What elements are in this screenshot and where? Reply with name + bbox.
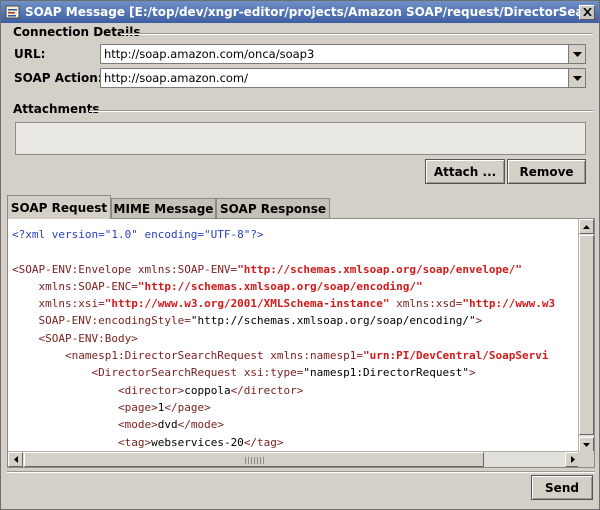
code-token: xmlns:xsd= — [396, 297, 463, 311]
xml-app-icon — [5, 4, 21, 20]
soap-message-window: SOAP Message [E:/top/dev/xngr-editor/pro… — [0, 0, 600, 510]
scroll-up-button[interactable] — [579, 219, 594, 234]
code-line: <SOAP-ENV:Body> — [12, 330, 555, 347]
code-line: <mode>dvd</mode> — [12, 416, 555, 433]
code-token: <?xml version="1.0" encoding="UTF-8"?> — [12, 228, 264, 241]
attachments-heading: Attachments — [13, 102, 100, 116]
arrow-up-icon — [583, 224, 590, 229]
arrow-right-icon — [570, 456, 575, 463]
code-line: <namesp1:DirectorSearchRequest xmlns:nam… — [12, 347, 555, 364]
code-token: webservices-20 — [151, 435, 244, 449]
url-combobox[interactable]: http://soap.amazon.com/onca/soap3 — [100, 44, 586, 64]
code-token: <DirectorSearchRequest — [91, 366, 244, 380]
horizontal-scroll-thumb[interactable] — [24, 452, 484, 467]
code-token: <SOAP-ENV:Body> — [38, 331, 138, 345]
vertical-scrollbar[interactable] — [578, 219, 594, 452]
code-token: </director> — [230, 383, 304, 397]
code-token: "urn:PI/DevCentral/SoapServi — [363, 349, 549, 363]
tab-soap-response[interactable]: SOAP Response — [216, 198, 330, 218]
xml-editor[interactable]: <?xml version="1.0" encoding="UTF-8"?> <… — [7, 218, 595, 468]
tab-soap-request[interactable]: SOAP Request — [7, 195, 111, 219]
code-token: coppola — [184, 383, 231, 397]
code-token: "http://schemas.xmlsoap.org/soap/encodin… — [137, 279, 423, 293]
code-token: xmlns:SOAP-ENV= — [137, 262, 238, 276]
code-token: <director> — [117, 383, 185, 397]
code-token: dvd — [157, 418, 178, 432]
code-token: <tag> — [117, 435, 152, 449]
soap-action-dropdown-button[interactable] — [568, 69, 585, 87]
code-token: </page> — [164, 400, 211, 414]
connection-divider — [121, 33, 593, 35]
code-token: xsi:type= — [243, 366, 304, 380]
code-token: <SOAP-ENV:Envelope — [12, 262, 138, 276]
code-token: > — [475, 314, 483, 328]
code-line: <page>1</page> — [12, 399, 555, 416]
chevron-down-icon — [572, 75, 582, 81]
close-icon — [582, 8, 592, 16]
soap-action-label: SOAP Action: — [14, 71, 103, 85]
code-token: xmlns:namesp1= — [270, 349, 364, 363]
remove-button[interactable]: Remove — [507, 159, 586, 184]
code-token: xmlns:xsi= — [38, 297, 105, 311]
code-line: xmlns:xsi="http://www.w3.org/2001/XMLSch… — [12, 295, 556, 312]
scroll-down-button[interactable] — [579, 437, 594, 452]
scroll-grip — [245, 457, 265, 464]
url-value[interactable]: http://soap.amazon.com/onca/soap3 — [101, 47, 568, 61]
code-token: "http://schemas.xmlsoap.org/soap/envelop… — [237, 262, 522, 276]
code-token: <page> — [117, 400, 158, 414]
send-button[interactable]: Send — [531, 475, 593, 500]
code-line: <tag>webservices-20</tag> — [12, 434, 555, 451]
window-title: SOAP Message [E:/top/dev/xngr-editor/pro… — [25, 5, 579, 19]
code-token: xmlns:SOAP-ENC= — [38, 279, 138, 293]
close-button[interactable] — [579, 4, 595, 20]
code-token: <mode> — [117, 418, 158, 432]
url-label: URL: — [14, 47, 46, 61]
code-token: "http://schemas.xmlsoap.org/soap/encodin… — [190, 314, 476, 328]
attachments-list[interactable] — [15, 122, 586, 155]
url-dropdown-button[interactable] — [568, 45, 585, 63]
arrow-down-icon — [583, 442, 590, 447]
chevron-down-icon — [572, 51, 582, 57]
soap-action-combobox[interactable]: http://soap.amazon.com/ — [100, 68, 586, 88]
code-token: "namesp1:DirectorRequest" — [303, 366, 469, 380]
soap-action-value[interactable]: http://soap.amazon.com/ — [101, 71, 568, 85]
code-line: <SOAP-ENV:Envelope xmlns:SOAP-ENV="http:… — [12, 261, 555, 278]
horizontal-scrollbar[interactable] — [8, 451, 580, 467]
scroll-corner — [578, 451, 594, 467]
code-token: </mode> — [177, 418, 224, 432]
code-line: xmlns:SOAP-ENC="http://schemas.xmlsoap.o… — [12, 278, 555, 295]
scroll-left-button[interactable] — [8, 452, 23, 467]
code-token: <namesp1:DirectorSearchRequest — [64, 349, 271, 363]
footer-divider — [7, 471, 595, 473]
code-line: <DirectorSearchRequest xsi:type="namesp1… — [12, 364, 555, 381]
vertical-scroll-thumb[interactable] — [579, 235, 594, 435]
title-bar[interactable]: SOAP Message [E:/top/dev/xngr-editor/pro… — [1, 1, 599, 23]
attachments-divider — [89, 110, 593, 112]
tab-mime-message[interactable]: MIME Message — [111, 198, 216, 218]
code-line: <?xml version="1.0" encoding="UTF-8"?> — [12, 226, 555, 243]
code-line: <director>coppola</director> — [12, 382, 555, 399]
xml-code[interactable]: <?xml version="1.0" encoding="UTF-8"?> <… — [12, 226, 555, 451]
attach-button[interactable]: Attach ... — [425, 159, 505, 184]
code-line: SOAP-ENV:encodingStyle="http://schemas.x… — [12, 312, 555, 329]
code-token: SOAP-ENV:encodingStyle= — [38, 314, 191, 328]
code-token: > — [469, 366, 476, 380]
code-token: </tag> — [243, 435, 284, 449]
arrow-left-icon — [13, 456, 18, 463]
code-token: "http://www.w3.org/2001/XMLSchema-instan… — [104, 297, 390, 311]
code-token: "http://www.w3 — [462, 297, 556, 311]
connection-details-heading: Connection Details — [13, 25, 141, 39]
